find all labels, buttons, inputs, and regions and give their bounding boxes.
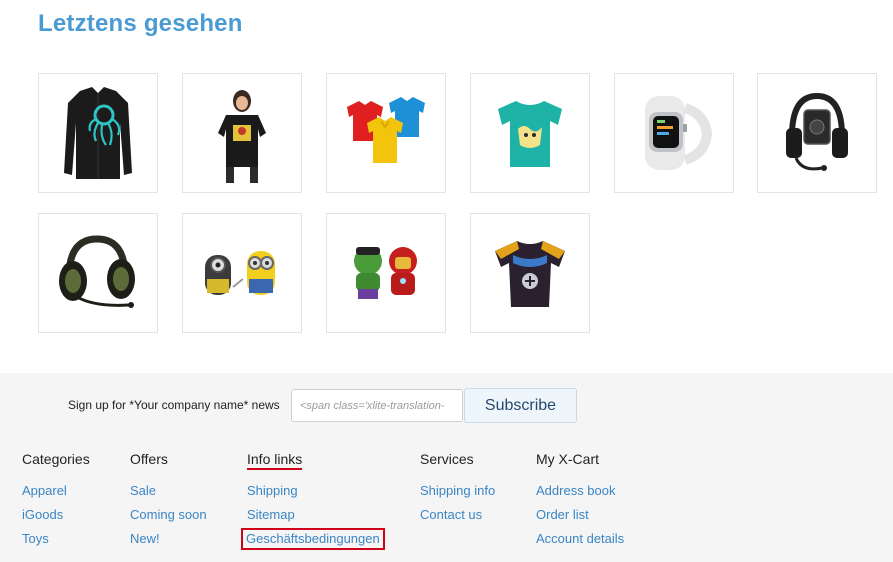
footer-link-shipping[interactable]: Shipping (247, 483, 298, 499)
footer-column-title: Info links (247, 451, 303, 470)
footer-link-sale[interactable]: Sale (130, 483, 156, 499)
hulk-ironman-thumb[interactable] (326, 213, 446, 333)
teal-tshirt-icon (498, 101, 562, 167)
cycling-jersey-icon (495, 241, 565, 307)
page-title: Letztens gesehen (38, 10, 243, 37)
footer-column-title: My X-Cart (536, 451, 599, 467)
footer-column-categories: Categories Apparel iGoods Toys (22, 451, 90, 554)
teal-tshirt-thumb[interactable] (470, 73, 590, 193)
footer-column-info-links: Info links Shipping Sitemap Geschäftsbed… (241, 451, 385, 554)
headset-dark-thumb[interactable] (757, 73, 877, 193)
woman-tshirt-icon (218, 90, 266, 183)
footer-link-apparel[interactable]: Apparel (22, 483, 67, 499)
footer-column-services: Services Shipping info Contact us (420, 451, 495, 530)
footer-link-address-book[interactable]: Address book (536, 483, 616, 499)
black-cardigan-icon (64, 87, 132, 179)
minion-figures-thumb[interactable] (182, 213, 302, 333)
cycling-jersey-thumb[interactable] (470, 213, 590, 333)
footer-link-shipping-info[interactable]: Shipping info (420, 483, 495, 499)
minion-figures-icon (205, 251, 275, 295)
footer-column-offers: Offers Sale Coming soon New! (130, 451, 207, 554)
footer-link-contact-us[interactable]: Contact us (420, 507, 482, 523)
footer-link-account-details[interactable]: Account details (536, 531, 624, 547)
footer-column-title: Services (420, 451, 474, 467)
subscribe-button[interactable]: Subscribe (464, 388, 577, 423)
headset-green-thumb[interactable] (38, 213, 158, 333)
footer-link-coming-soon[interactable]: Coming soon (130, 507, 207, 523)
newsletter-email-input[interactable] (291, 389, 463, 422)
newsletter-label: Sign up for *Your company name* news (68, 398, 280, 412)
footer-link-terms[interactable]: Geschäftsbedingungen (241, 528, 385, 550)
dark-headset-icon (786, 92, 848, 171)
octopus-cardigan-thumb[interactable] (38, 73, 158, 193)
woman-tshirt-thumb[interactable] (182, 73, 302, 193)
footer-column-my-xcart: My X-Cart Address book Order list Accoun… (536, 451, 624, 554)
apple-watch-thumb[interactable] (614, 73, 734, 193)
footer-link-order-list[interactable]: Order list (536, 507, 589, 523)
smartwatch-icon (645, 96, 713, 170)
green-headset-icon (59, 235, 135, 308)
footer-link-sitemap[interactable]: Sitemap (247, 507, 295, 523)
polo-shirts-thumb[interactable] (326, 73, 446, 193)
footer-link-igoods[interactable]: iGoods (22, 507, 63, 523)
footer-column-title: Offers (130, 451, 168, 467)
polo-shirts-icon (347, 97, 425, 163)
footer-column-title: Categories (22, 451, 90, 467)
footer-link-toys[interactable]: Toys (22, 531, 49, 547)
footer-link-new[interactable]: New! (130, 531, 160, 547)
hulk-ironman-icon (354, 247, 417, 299)
